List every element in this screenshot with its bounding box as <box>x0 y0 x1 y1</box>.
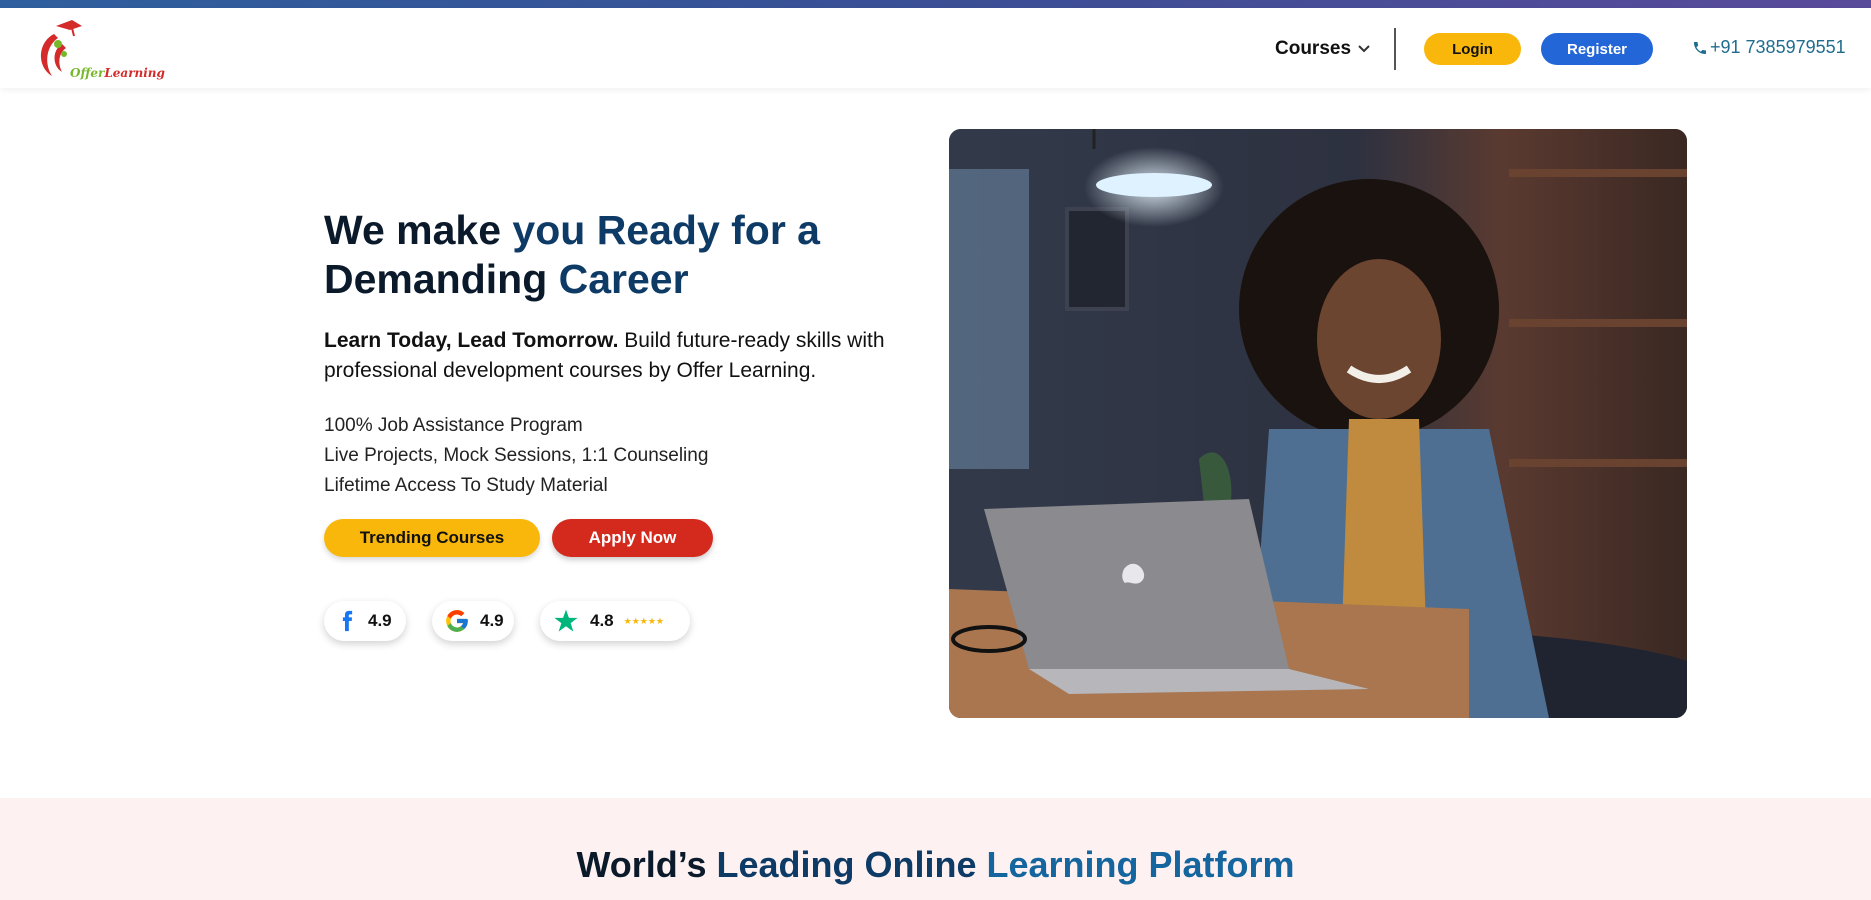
apply-now-button[interactable]: Apply Now <box>552 519 713 557</box>
hero-title-highlight: you Ready for a <box>512 207 820 253</box>
hero-title: We make you Ready for a Demanding Career <box>324 206 884 304</box>
logo-text-offer: Offer <box>70 66 105 80</box>
google-icon <box>446 610 468 632</box>
navbar: OfferLearning Courses Login Register +91… <box>0 8 1871 88</box>
trustpilot-stars: ★★★★★ <box>623 615 664 626</box>
feature-item: 100% Job Assistance Program <box>324 415 583 436</box>
facebook-score: 4.9 <box>368 611 392 630</box>
hero-photo <box>949 129 1687 718</box>
trending-courses-button[interactable]: Trending Courses <box>324 519 540 557</box>
hero-photo-illustration <box>949 129 1687 718</box>
hero-title-part1: We make <box>324 207 513 253</box>
logo-wordmark: OfferLearning <box>70 66 165 80</box>
hero-subtitle: Learn Today, Lead Tomorrow. Build future… <box>324 326 924 386</box>
platform-title-part3: Learning Platform <box>986 844 1295 885</box>
chevron-down-icon <box>1358 45 1370 53</box>
feature-item: Lifetime Access To Study Material <box>324 475 608 496</box>
hero-title-career: Career <box>558 256 689 302</box>
google-rating[interactable]: 4.9 <box>432 601 514 641</box>
google-score: 4.9 <box>480 611 504 630</box>
top-gradient-strip <box>0 0 1871 8</box>
trustpilot-score: 4.8 <box>590 611 614 630</box>
register-button[interactable]: Register <box>1541 33 1653 65</box>
phone-link[interactable]: +91 7385979551 <box>1692 37 1846 58</box>
hero-title-part3: Demanding <box>324 256 559 302</box>
platform-title-part1: World’s <box>576 844 717 885</box>
feature-item: Live Projects, Mock Sessions, 1:1 Counse… <box>324 445 709 466</box>
nav-divider <box>1394 28 1396 70</box>
courses-menu[interactable]: Courses <box>1275 38 1371 60</box>
platform-section-title: World’s Leading Online Learning Platform <box>0 844 1871 886</box>
phone-icon <box>1694 41 1706 54</box>
feature-list: 100% Job Assistance Program Live Project… <box>324 411 708 501</box>
platform-section: World’s Leading Online Learning Platform <box>0 798 1871 900</box>
trustpilot-icon <box>554 609 578 632</box>
platform-title-part2: Leading Online <box>716 844 987 885</box>
phone-number: +91 7385979551 <box>1710 37 1846 57</box>
facebook-icon <box>342 610 353 632</box>
courses-label: Courses <box>1275 38 1352 59</box>
hero-subtitle-bold: Learn Today, Lead Tomorrow. <box>324 329 619 352</box>
trustpilot-rating[interactable]: 4.8 ★★★★★ <box>540 601 690 641</box>
facebook-rating[interactable]: 4.9 <box>324 601 406 641</box>
logo-text-learning: Learning <box>104 66 165 80</box>
logo[interactable]: OfferLearning <box>34 14 165 84</box>
login-button[interactable]: Login <box>1424 33 1521 65</box>
